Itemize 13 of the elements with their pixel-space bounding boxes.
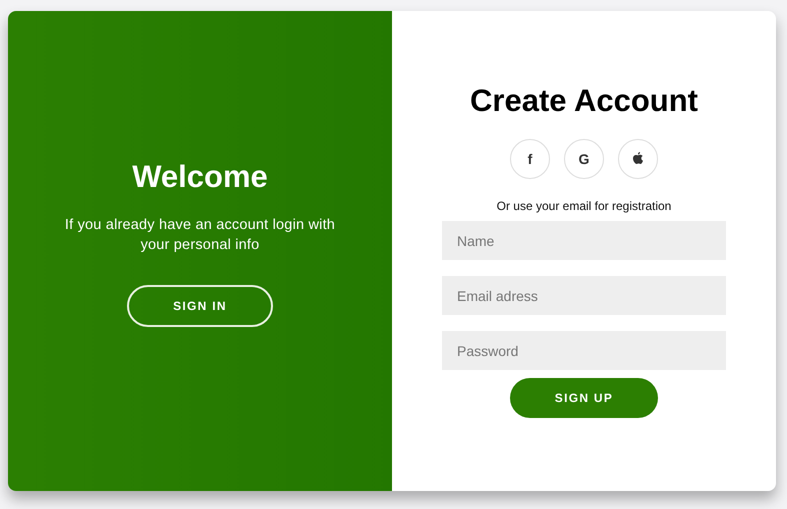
sign-in-button[interactable]: SIGN IN [127,285,273,327]
sign-up-button[interactable]: SIGN UP [510,378,658,418]
social-button[interactable] [618,139,658,179]
welcome-text: If you already have an account login with your personal info [64,216,336,255]
registration-hint: Or use your email for registration [496,199,672,213]
social-button[interactable]: f [510,139,550,179]
apple-icon [632,152,644,166]
input-field[interactable]: Name [442,221,726,260]
input-field[interactable]: Password [442,331,726,370]
form-title: Create Account [470,83,698,119]
social-button[interactable]: G [564,139,604,179]
input-field[interactable]: Email adress [442,276,726,315]
welcome-title: Welcome [132,159,268,195]
